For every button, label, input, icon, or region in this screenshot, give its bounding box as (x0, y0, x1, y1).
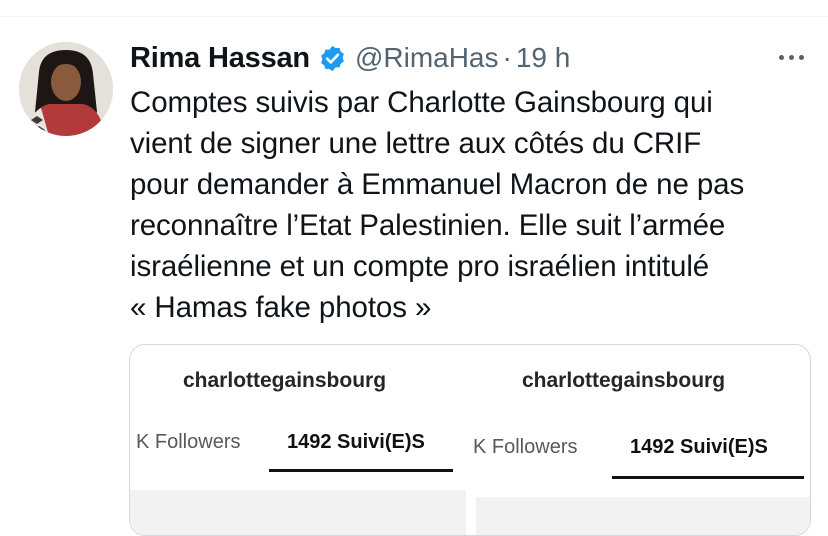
screenshot-right[interactable]: charlottegainsbourg K Followers 1492 Sui… (470, 345, 810, 535)
following-tab: 1492 Suivi(E)S (287, 431, 425, 453)
tweet-text: Comptes suivis par Charlotte Gainsbourg … (130, 86, 745, 324)
more-options-icon[interactable] (776, 47, 806, 67)
top-divider (0, 16, 828, 17)
instagram-username: charlottegainsbourg (183, 369, 387, 392)
avatar-image (19, 42, 113, 136)
tweet-timestamp[interactable]: 19 h (516, 42, 571, 74)
followers-tab: K Followers (136, 431, 241, 453)
active-tab-underline (269, 469, 453, 472)
author-name[interactable]: Rima Hassan (130, 42, 310, 75)
verified-badge-icon (318, 44, 347, 73)
screenshot-left[interactable]: charlottegainsbourg K Followers 1492 Sui… (130, 345, 470, 535)
followers-tab: K Followers (473, 436, 578, 458)
meta-separator: · (502, 42, 512, 73)
following-tab: 1492 Suivi(E)S (630, 436, 768, 458)
active-tab-underline (612, 476, 804, 479)
list-placeholder (476, 497, 810, 535)
author-handle[interactable]: @RimaHas (355, 42, 499, 74)
avatar[interactable] (19, 42, 113, 136)
tweet-header: Rima Hassan @RimaHas · 19 h (130, 38, 570, 78)
tweet-media[interactable]: charlottegainsbourg K Followers 1492 Sui… (129, 344, 811, 536)
list-placeholder (130, 490, 466, 535)
instagram-username: charlottegainsbourg (522, 369, 726, 392)
